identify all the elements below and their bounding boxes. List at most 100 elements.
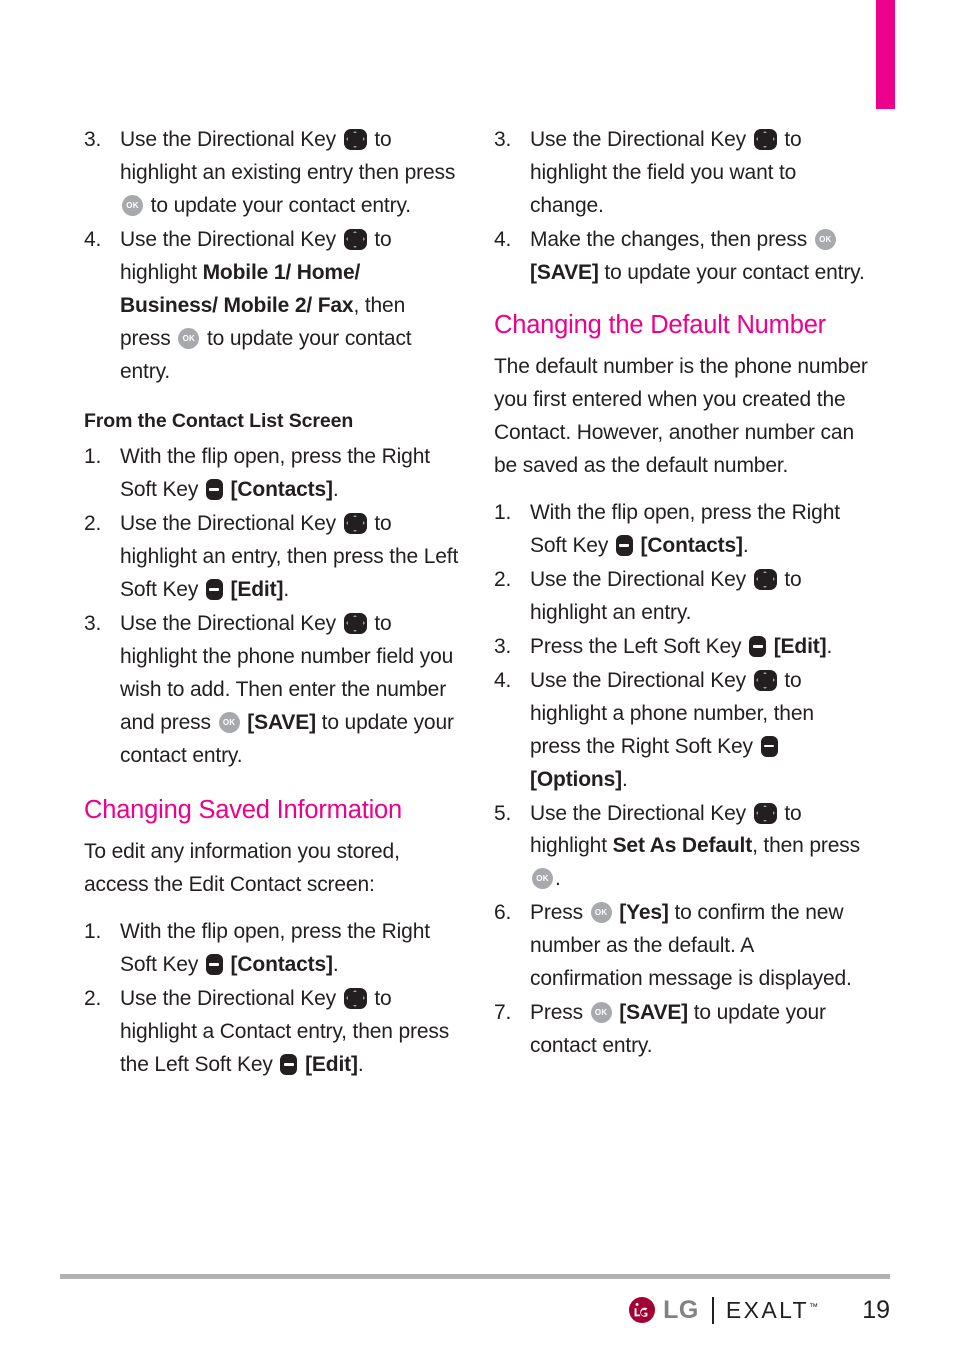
step-text-part: to update your contact entry. xyxy=(145,193,411,217)
step-text: Use the Directional Key to highlight the… xyxy=(530,128,802,217)
step-text-part: . xyxy=(357,1052,364,1076)
list-item: 3. Press the Left Soft Key [Edit]. xyxy=(494,631,870,664)
list-item: 5. Use the Directional Key to highlight … xyxy=(494,798,870,897)
step-text-part: Use the Directional Key xyxy=(120,512,342,536)
step-text-part: Press xyxy=(530,901,589,925)
step-text-part: . xyxy=(332,952,339,976)
soft-key-icon xyxy=(205,953,223,975)
step-text: Use the Directional Key to highlight the… xyxy=(120,612,454,767)
step-number: 1. xyxy=(84,445,102,469)
step-text-part: Use the Directional Key xyxy=(530,668,752,692)
step-number: 1. xyxy=(494,500,512,524)
product-name: EXALT™ xyxy=(725,1296,818,1323)
step-emphasis: [Edit] xyxy=(299,1052,358,1076)
step-number: 3. xyxy=(84,611,102,635)
step-text-part: . xyxy=(332,478,339,502)
directional-key-icon xyxy=(753,129,777,150)
right-steps-continued: 3. Use the Directional Key to highlight … xyxy=(494,124,870,290)
step-text-part: . xyxy=(742,533,749,557)
list-item: 1. With the flip open, press the Right S… xyxy=(84,441,460,507)
ok-key-label: OK xyxy=(594,1008,608,1018)
step-text: Use the Directional Key to highlight an … xyxy=(530,568,802,624)
directional-key-icon xyxy=(343,129,367,150)
ok-key-icon: OK xyxy=(814,228,836,250)
step-text-part: Use the Directional Key xyxy=(120,227,342,251)
step-number: 2. xyxy=(494,567,512,591)
step-number: 5. xyxy=(494,801,512,825)
step-text: Use the Directional Key to highlight Mob… xyxy=(120,228,412,383)
step-text: Press OK [Yes] to confirm the new number… xyxy=(530,901,852,990)
step-text-part: . xyxy=(283,578,289,601)
step-number: 1. xyxy=(84,919,102,943)
step-text-part: Use the Directional Key xyxy=(120,986,342,1010)
directional-key-icon xyxy=(753,568,777,590)
step-number: 3. xyxy=(494,128,512,151)
step-text-part: Press xyxy=(530,1001,589,1025)
list-item: 1. With the flip open, press the Right S… xyxy=(84,916,460,982)
step-number: 4. xyxy=(494,668,512,692)
ok-key-icon: OK xyxy=(178,327,200,349)
step-emphasis: [Contacts] xyxy=(224,952,333,976)
step-emphasis: [SAVE] xyxy=(241,710,316,734)
section-heading-contact-list: From the Contact List Screen xyxy=(84,409,354,432)
lg-wordmark: LG xyxy=(663,1295,699,1324)
step-emphasis: [Contacts] xyxy=(224,478,333,502)
step-number: 2. xyxy=(84,986,102,1010)
footer-divider-bar xyxy=(711,1296,714,1324)
step-text: Use the Directional Key to highlight a C… xyxy=(120,987,449,1076)
list-item: 2. Use the Directional Key to highlight … xyxy=(494,564,870,630)
footer-divider xyxy=(60,1274,890,1279)
step-emphasis: Set As Default xyxy=(612,834,753,858)
soft-key-icon xyxy=(615,534,633,556)
ok-key-icon: OK xyxy=(122,194,143,216)
section-heading-changing-saved-information: Changing Saved Information xyxy=(84,795,403,824)
step-text: Press OK [SAVE] to update your contact e… xyxy=(530,1001,826,1057)
soft-key-icon xyxy=(749,635,767,657)
list-item: 7. Press OK [SAVE] to update your contac… xyxy=(494,997,870,1063)
step-text-part: Make the changes, then press xyxy=(530,227,813,251)
intro-paragraph-left: To edit any information you stored, acce… xyxy=(84,839,400,896)
left-column: 3. Use the Directional Key to highlight … xyxy=(84,124,460,1234)
step-text: Press the Left Soft Key [Edit]. xyxy=(530,635,832,658)
step-text: Make the changes, then press OK [SAVE] t… xyxy=(530,228,865,284)
list-item: 2. Use the Directional Key to highlight … xyxy=(84,983,460,1082)
contact-list-steps: 1. With the flip open, press the Right S… xyxy=(84,441,460,773)
product-name-text: EXALT xyxy=(725,1296,809,1323)
section-heading-changing-default-number: Changing the Default Number xyxy=(494,310,826,339)
list-item: 2. Use the Directional Key to highlight … xyxy=(84,508,460,607)
ok-key-icon: OK xyxy=(218,711,240,733)
chapter-edge-tab xyxy=(876,0,895,109)
lg-logo: LG xyxy=(628,1296,699,1324)
directional-key-icon xyxy=(343,987,367,1009)
step-number: 4. xyxy=(494,227,512,251)
step-text-part: , then press xyxy=(752,834,860,858)
ok-key-label: OK xyxy=(819,234,832,244)
step-text-part: Use the Directional Key xyxy=(120,611,342,635)
step-number: 3. xyxy=(494,634,512,658)
step-emphasis: [SAVE] xyxy=(613,1001,689,1025)
step-number: 6. xyxy=(494,901,512,925)
step-emphasis: [Contacts] xyxy=(634,533,743,557)
step-emphasis: [Options] xyxy=(530,767,622,791)
step-text-part: Use the Directional Key xyxy=(530,801,752,825)
step-number: 2. xyxy=(84,512,102,536)
ok-key-icon: OK xyxy=(590,902,612,924)
lg-mark-icon xyxy=(628,1296,656,1324)
list-item: 4. Use the Directional Key to highlight … xyxy=(494,665,870,797)
list-item: 6. Press OK [Yes] to confirm the new num… xyxy=(494,897,870,996)
trademark-symbol: ™ xyxy=(809,1300,818,1311)
ok-key-label: OK xyxy=(126,200,139,210)
step-text: With the flip open, press the Right Soft… xyxy=(530,501,840,557)
soft-key-icon xyxy=(205,479,223,501)
ok-key-icon: OK xyxy=(532,868,553,890)
list-item: 4. Use the Directional Key to highlight … xyxy=(84,224,460,389)
directional-key-icon xyxy=(753,669,777,691)
soft-key-icon xyxy=(760,735,778,757)
two-column-body: 3. Use the Directional Key to highlight … xyxy=(84,124,870,1234)
step-text: Use the Directional Key to highlight Set… xyxy=(530,802,860,891)
left-steps-continued: 3. Use the Directional Key to highlight … xyxy=(84,124,460,389)
list-item: 4. Make the changes, then press OK [SAVE… xyxy=(494,224,870,290)
right-column: 3. Use the Directional Key to highlight … xyxy=(494,124,870,1234)
ok-key-icon: OK xyxy=(590,1002,612,1024)
directional-key-icon xyxy=(343,612,367,634)
